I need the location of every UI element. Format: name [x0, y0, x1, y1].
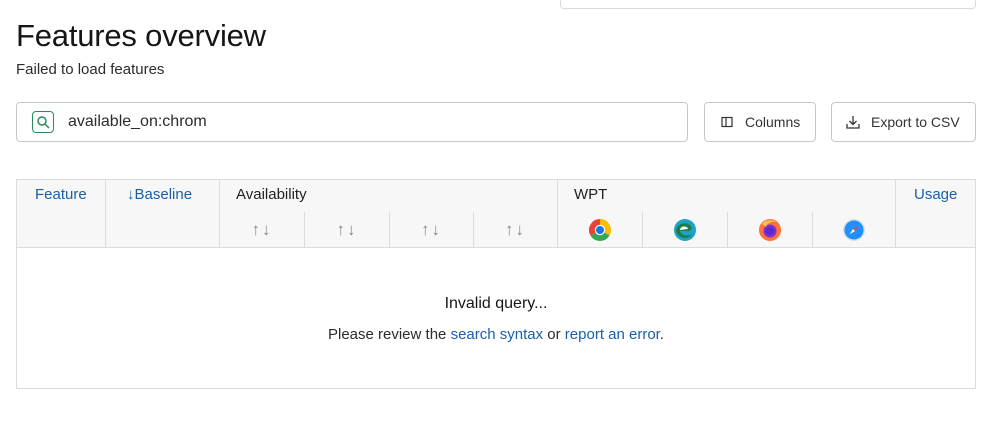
sort-arrows-icon: ↑↓ [505, 219, 526, 239]
wpt-chrome-column[interactable] [558, 212, 642, 247]
chrome-icon [588, 218, 612, 241]
edge-icon [674, 218, 696, 241]
export-label: Export to CSV [871, 114, 960, 130]
search-syntax-link[interactable]: search syntax [451, 326, 544, 343]
columns-button[interactable]: Columns [704, 102, 816, 142]
download-icon [845, 114, 861, 130]
wpt-safari-column[interactable] [813, 212, 895, 247]
wpt-firefox-column[interactable] [728, 212, 812, 247]
dropdown-panel-edge [560, 0, 976, 9]
header-usage[interactable]: Usage [914, 180, 957, 247]
columns-label: Columns [745, 114, 801, 130]
sort-down-icon: ↓ [127, 186, 135, 203]
header-baseline-label: Baseline [134, 186, 193, 203]
features-table: Feature ↓Baseline Availability WPT Usage… [16, 179, 976, 389]
page-subtitle: Failed to load features [16, 61, 165, 78]
sort-arrows-icon: ↑↓ [251, 219, 273, 239]
availability-chrome-sort[interactable]: ↑↓ [220, 212, 304, 247]
availability-edge-sort[interactable]: ↑↓ [305, 212, 389, 247]
empty-state-message: Please review the search syntax or repor… [327, 326, 665, 343]
export-csv-button[interactable]: Export to CSV [831, 102, 976, 142]
columns-icon [719, 114, 735, 130]
empty-state-title: Invalid query... [444, 295, 548, 312]
search-icon [32, 111, 54, 133]
firefox-icon [759, 218, 781, 241]
sort-arrows-icon: ↑↓ [336, 219, 358, 239]
header-baseline[interactable]: ↓Baseline [127, 180, 192, 247]
search-input[interactable]: available_on:chrom [16, 102, 688, 142]
availability-firefox-sort[interactable]: ↑↓ [390, 212, 473, 247]
header-feature[interactable]: Feature [35, 180, 87, 247]
search-query[interactable]: available_on:chrom [68, 113, 207, 131]
report-error-link[interactable]: report an error [565, 326, 660, 343]
safari-icon [843, 218, 865, 241]
wpt-edge-column[interactable] [643, 212, 727, 247]
page-title: Features overview [16, 18, 266, 53]
table-header: Feature ↓Baseline Availability WPT Usage… [17, 180, 975, 248]
availability-safari-sort[interactable]: ↑↓ [474, 212, 557, 247]
sort-arrows-icon: ↑↓ [421, 219, 442, 239]
